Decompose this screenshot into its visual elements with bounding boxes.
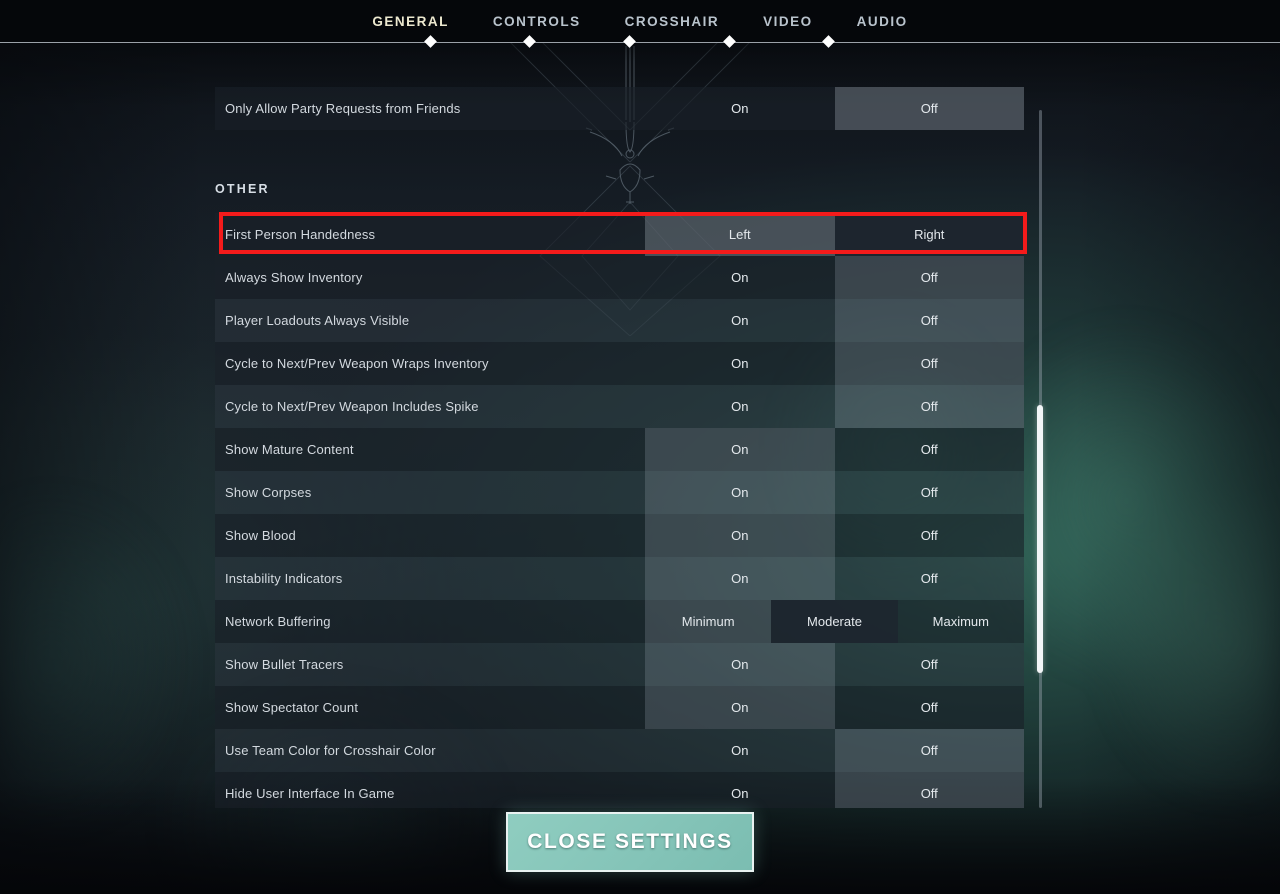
option-on[interactable]: On: [645, 87, 835, 130]
setting-row-instability-indicators[interactable]: Instability Indicators On Off: [215, 557, 1024, 600]
option-right[interactable]: Right: [834, 213, 1024, 256]
setting-label: Always Show Inventory: [225, 270, 363, 285]
tab-controls[interactable]: CONTROLS: [471, 14, 603, 29]
option-off[interactable]: Off: [835, 686, 1025, 729]
setting-options: On Off: [645, 428, 1024, 471]
option-off[interactable]: Off: [834, 87, 1024, 130]
option-on[interactable]: On: [645, 385, 835, 428]
option-minimum[interactable]: Minimum: [645, 600, 772, 643]
setting-options: On Off: [645, 514, 1024, 557]
option-on[interactable]: On: [645, 557, 835, 600]
option-on[interactable]: On: [645, 772, 835, 808]
setting-row-player-loadouts-always-visible[interactable]: Player Loadouts Always Visible On Off: [215, 299, 1024, 342]
setting-row-show-blood[interactable]: Show Blood On Off: [215, 514, 1024, 557]
option-off[interactable]: Off: [834, 256, 1024, 299]
setting-options: On Off: [645, 299, 1024, 342]
setting-row-show-bullet-tracers[interactable]: Show Bullet Tracers On Off: [215, 643, 1024, 686]
setting-row-show-spectator-count[interactable]: Show Spectator Count On Off: [215, 686, 1024, 729]
settings-list: Only Allow Party Requests from Friends O…: [215, 43, 1025, 808]
setting-label: Only Allow Party Requests from Friends: [225, 101, 461, 116]
setting-options: On Off: [645, 385, 1024, 428]
option-on[interactable]: On: [645, 342, 835, 385]
tab-audio[interactable]: AUDIO: [835, 14, 930, 29]
setting-label: Cycle to Next/Prev Weapon Wraps Inventor…: [225, 356, 489, 371]
setting-label: Use Team Color for Crosshair Color: [225, 743, 436, 758]
tab-general[interactable]: GENERAL: [350, 14, 471, 29]
setting-label: Show Spectator Count: [225, 700, 359, 715]
option-on[interactable]: On: [645, 729, 835, 772]
option-off[interactable]: Off: [835, 514, 1025, 557]
option-on[interactable]: On: [645, 299, 835, 342]
setting-options: Minimum Moderate Maximum: [645, 600, 1024, 643]
option-left[interactable]: Left: [645, 213, 835, 256]
option-on[interactable]: On: [645, 514, 835, 557]
setting-options: On Off: [645, 471, 1024, 514]
setting-label: Show Blood: [225, 528, 296, 543]
setting-row-cycle-next-prev-weapon-wraps-inventory[interactable]: Cycle to Next/Prev Weapon Wraps Inventor…: [215, 342, 1024, 385]
option-on[interactable]: On: [645, 471, 835, 514]
option-on[interactable]: On: [645, 643, 835, 686]
option-on[interactable]: On: [645, 256, 835, 299]
close-settings-button[interactable]: CLOSE SETTINGS: [506, 812, 754, 872]
setting-label: Player Loadouts Always Visible: [225, 313, 410, 328]
setting-options: On Off: [645, 686, 1024, 729]
option-off[interactable]: Off: [834, 342, 1024, 385]
tab-crosshair[interactable]: CROSSHAIR: [603, 14, 742, 29]
setting-options: On Off: [645, 643, 1024, 686]
setting-options: On Off: [645, 256, 1024, 299]
setting-options: Left Right: [645, 213, 1024, 256]
settings-tabbar: GENERAL CONTROLS CROSSHAIR VIDEO AUDIO: [0, 0, 1280, 43]
option-off[interactable]: Off: [835, 643, 1025, 686]
setting-label: Show Bullet Tracers: [225, 657, 344, 672]
setting-label: Show Mature Content: [225, 442, 354, 457]
option-on[interactable]: On: [645, 686, 835, 729]
option-off[interactable]: Off: [834, 729, 1024, 772]
setting-label: Network Buffering: [225, 614, 331, 629]
tabbar-underline: [0, 42, 1280, 43]
setting-row-show-corpses[interactable]: Show Corpses On Off: [215, 471, 1024, 514]
setting-row-use-team-color-for-crosshair-color[interactable]: Use Team Color for Crosshair Color On Of…: [215, 729, 1024, 772]
setting-row-hide-user-interface-in-game[interactable]: Hide User Interface In Game On Off: [215, 772, 1024, 808]
setting-options: On Off: [645, 557, 1024, 600]
setting-row-first-person-handedness[interactable]: First Person Handedness Left Right: [215, 213, 1024, 256]
option-maximum[interactable]: Maximum: [898, 600, 1024, 643]
setting-options: On Off: [645, 772, 1024, 808]
setting-label: Instability Indicators: [225, 571, 343, 586]
option-on[interactable]: On: [645, 428, 835, 471]
settings-scrollbar[interactable]: [1037, 110, 1043, 808]
option-off[interactable]: Off: [834, 299, 1024, 342]
option-off[interactable]: Off: [835, 428, 1025, 471]
option-off[interactable]: Off: [834, 772, 1024, 808]
setting-options: On Off: [645, 87, 1024, 130]
setting-row-show-mature-content[interactable]: Show Mature Content On Off: [215, 428, 1024, 471]
setting-label: Hide User Interface In Game: [225, 786, 395, 801]
setting-label: Show Corpses: [225, 485, 312, 500]
setting-options: On Off: [645, 729, 1024, 772]
setting-row-always-show-inventory[interactable]: Always Show Inventory On Off: [215, 256, 1024, 299]
close-settings-label: CLOSE SETTINGS: [527, 830, 733, 853]
setting-options: On Off: [645, 342, 1024, 385]
setting-label: First Person Handedness: [225, 227, 376, 242]
settings-tab-list: GENERAL CONTROLS CROSSHAIR VIDEO AUDIO: [0, 0, 1280, 42]
setting-row-cycle-next-prev-weapon-includes-spike[interactable]: Cycle to Next/Prev Weapon Includes Spike…: [215, 385, 1024, 428]
option-off[interactable]: Off: [835, 557, 1025, 600]
group-header-other: OTHER: [215, 182, 270, 196]
setting-label: Cycle to Next/Prev Weapon Includes Spike: [225, 399, 479, 414]
option-moderate[interactable]: Moderate: [771, 600, 898, 643]
scrollbar-thumb[interactable]: [1037, 405, 1043, 673]
setting-row-only-allow-party-requests-from-friends[interactable]: Only Allow Party Requests from Friends O…: [215, 87, 1024, 130]
settings-panel: Only Allow Party Requests from Friends O…: [0, 43, 1280, 808]
setting-row-network-buffering[interactable]: Network Buffering Minimum Moderate Maxim…: [215, 600, 1024, 643]
option-off[interactable]: Off: [835, 471, 1025, 514]
tab-video[interactable]: VIDEO: [741, 14, 835, 29]
option-off[interactable]: Off: [834, 385, 1024, 428]
